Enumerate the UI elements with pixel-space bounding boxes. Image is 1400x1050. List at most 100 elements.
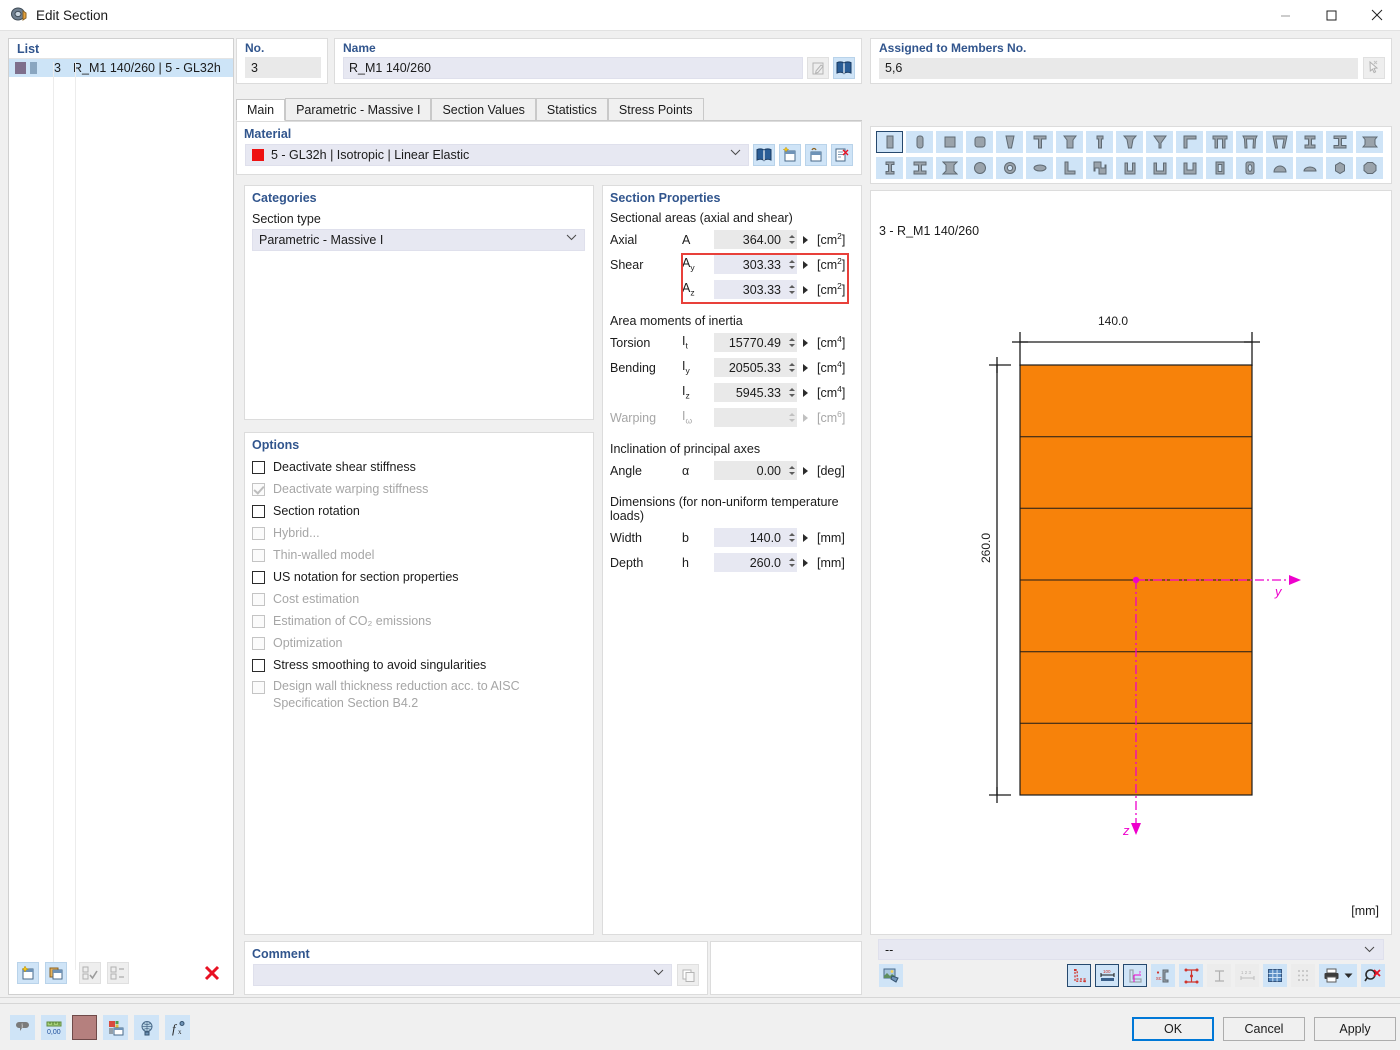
shear-area-y-spinner[interactable]: [786, 255, 797, 274]
shape-double-web-v[interactable]: [1266, 131, 1293, 153]
shape-hexagon[interactable]: [1326, 157, 1353, 179]
checkbox[interactable]: [252, 505, 265, 518]
material-library-button[interactable]: [753, 144, 775, 166]
cancel-button[interactable]: Cancel: [1223, 1017, 1305, 1041]
width-expand-arrow[interactable]: [803, 533, 808, 542]
angle-spinner[interactable]: [786, 461, 797, 480]
section-preview[interactable]: 3 - R_M1 140/260 [mm] 140.0 260.0 y z: [870, 190, 1392, 935]
shape-i-beam-flanged[interactable]: [906, 157, 933, 179]
shape-i-beam-tall[interactable]: [876, 157, 903, 179]
members-input[interactable]: 5,6: [879, 57, 1358, 79]
maximize-button[interactable]: [1308, 0, 1354, 31]
name-input[interactable]: R_M1 140/260: [343, 57, 803, 79]
torsion-inertia-input[interactable]: 15770.49: [714, 333, 786, 352]
shape-double-web-slope[interactable]: [1236, 131, 1263, 153]
axes-button[interactable]: y: [1123, 964, 1147, 987]
tab-statistics[interactable]: Statistics: [535, 98, 608, 120]
shear-area-y-expand-arrow[interactable]: [803, 260, 808, 269]
option-section-rotation[interactable]: Section rotation: [245, 502, 593, 524]
shape-angle-l[interactable]: [1056, 157, 1083, 179]
shape-i-beam[interactable]: [1296, 131, 1323, 153]
axial-area-expand-arrow[interactable]: [803, 235, 808, 244]
units-button[interactable]: 0,00: [41, 1015, 66, 1040]
color-swatch-button[interactable]: [72, 1015, 97, 1040]
bending-inertia-z-spinner[interactable]: [786, 383, 797, 402]
close-button[interactable]: [1354, 0, 1400, 31]
delete-section-button[interactable]: [199, 960, 225, 986]
tab-stress-points[interactable]: Stress Points: [607, 98, 704, 120]
new-material-button[interactable]: [779, 144, 801, 166]
print-button[interactable]: [1319, 964, 1357, 987]
bending-inertia-z-expand-arrow[interactable]: [803, 388, 808, 397]
checkbox[interactable]: [252, 659, 265, 672]
shape-tee-narrow[interactable]: [1086, 131, 1113, 153]
shape-channel-u-square[interactable]: [1176, 157, 1203, 179]
shape-tee-inverted[interactable]: [1116, 131, 1143, 153]
shape-rect-hollow[interactable]: [1206, 157, 1233, 179]
formula-button[interactable]: f x: [165, 1015, 190, 1040]
shape-rect-round-vertical[interactable]: [906, 131, 933, 153]
shape-oval-hollow[interactable]: [1236, 157, 1263, 179]
shear-area-z-expand-arrow[interactable]: [803, 285, 808, 294]
bending-inertia-y-input[interactable]: 20505.33: [714, 358, 786, 377]
depth-spinner[interactable]: [786, 553, 797, 572]
dimensions-button[interactable]: 100: [1095, 964, 1119, 987]
name-library-button[interactable]: [833, 57, 855, 79]
minimize-button[interactable]: [1262, 0, 1308, 31]
list-item[interactable]: 3 R_M1 140/260 | 5 - GL32h: [9, 59, 233, 77]
bending-inertia-y-expand-arrow[interactable]: [803, 363, 808, 372]
tab-section-values[interactable]: Section Values: [431, 98, 536, 120]
shape-tee-slope[interactable]: [1146, 131, 1173, 153]
shape-arch[interactable]: [1296, 157, 1323, 179]
shape-zed[interactable]: [1086, 157, 1113, 179]
width-input[interactable]: 140.0: [714, 528, 786, 547]
torsion-inertia-expand-arrow[interactable]: [803, 338, 808, 347]
angle-expand-arrow[interactable]: [803, 466, 808, 475]
material-info-button[interactable]: [831, 144, 853, 166]
shape-tee-stem[interactable]: [1056, 131, 1083, 153]
bending-inertia-y-spinner[interactable]: [786, 358, 797, 377]
shape-i-beam-wide[interactable]: [1356, 131, 1383, 153]
shape-tee[interactable]: [1026, 131, 1053, 153]
copy-section-button[interactable]: [45, 962, 67, 984]
shape-tee-left[interactable]: [1176, 131, 1203, 153]
shape-circle[interactable]: [966, 157, 993, 179]
axial-area-input[interactable]: 364.00: [714, 230, 786, 249]
shape-square-round[interactable]: [966, 131, 993, 153]
edit-material-button[interactable]: [805, 144, 827, 166]
option-deactivate-shear-stiffness[interactable]: Deactivate shear stiffness: [245, 458, 593, 480]
shape-i-beam-taper[interactable]: [936, 157, 963, 179]
shape-square[interactable]: [936, 131, 963, 153]
torsion-inertia-spinner[interactable]: [786, 333, 797, 352]
comment-combo[interactable]: [253, 964, 672, 986]
no-input[interactable]: 3: [245, 57, 321, 78]
shear-area-z-spinner[interactable]: [786, 280, 797, 299]
checkbox[interactable]: [252, 461, 265, 474]
shape-dome[interactable]: [1266, 157, 1293, 179]
width-spinner[interactable]: [786, 528, 797, 547]
bending-inertia-z-input[interactable]: 5945.33: [714, 383, 786, 402]
render-button[interactable]: [879, 964, 903, 987]
tab-parametric[interactable]: Parametric - Massive I: [285, 98, 432, 120]
shape-pipe[interactable]: [996, 157, 1023, 179]
shape-double-web[interactable]: [1206, 131, 1233, 153]
angle-input[interactable]: 0.00: [714, 461, 786, 480]
depth-input[interactable]: 260.0: [714, 553, 786, 572]
visibility-button[interactable]: [134, 1015, 159, 1040]
apply-button[interactable]: Apply: [1314, 1017, 1396, 1041]
grid-button[interactable]: [1263, 964, 1287, 987]
tab-main[interactable]: Main: [236, 99, 286, 121]
option-us-notation[interactable]: US notation for section properties: [245, 568, 593, 590]
shape-taper-v[interactable]: [996, 131, 1023, 153]
shape-rect-vertical[interactable]: [876, 131, 903, 153]
checkbox[interactable]: [252, 571, 265, 584]
shape-octagon[interactable]: [1356, 157, 1383, 179]
display-properties-button[interactable]: [103, 1015, 128, 1040]
outline-button[interactable]: [1067, 964, 1091, 987]
axial-area-spinner[interactable]: [786, 230, 797, 249]
stress-points-button[interactable]: [1179, 964, 1203, 987]
depth-expand-arrow[interactable]: [803, 558, 808, 567]
print-dropdown-icon[interactable]: [1344, 972, 1353, 979]
preview-view-combo[interactable]: --: [878, 939, 1384, 960]
option-stress-smoothing[interactable]: Stress smoothing to avoid singularities: [245, 656, 593, 678]
